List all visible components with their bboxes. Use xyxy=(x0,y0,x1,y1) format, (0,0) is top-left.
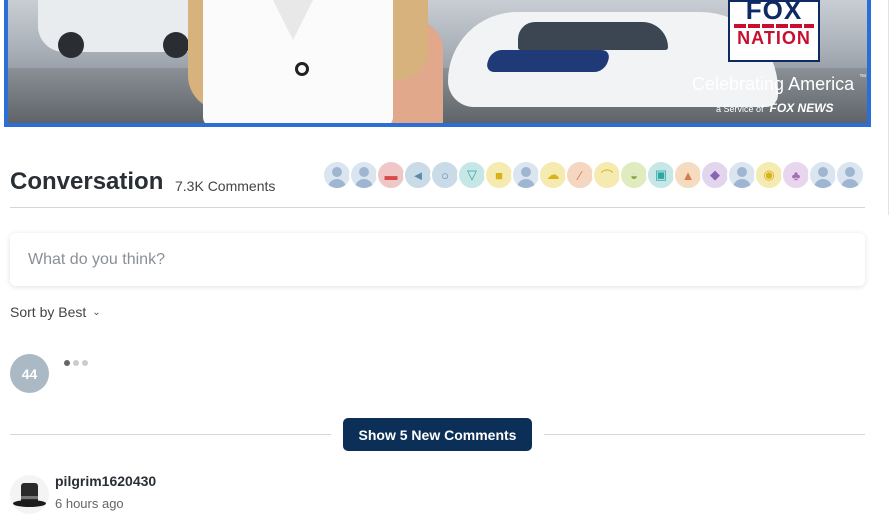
user-silhouette-icon[interactable] xyxy=(349,160,379,190)
new-comments-divider: Show 5 New Comments xyxy=(10,418,865,451)
banner-service-line: a Service of FOX NEWS xyxy=(716,101,834,115)
user-silhouette-icon[interactable] xyxy=(808,160,838,190)
service-prefix: a Service of xyxy=(716,104,764,114)
service-brand: FOX NEWS xyxy=(769,101,834,115)
participant-avatars: ▬ ◄ ○ ▽ ■ ☁ ∕ ⌒ ◒ ▣ ▲ ◆ ◉ ♣ xyxy=(322,160,865,192)
car-wheel xyxy=(163,32,189,58)
hammer-icon[interactable]: ⌒ xyxy=(592,160,622,190)
ticket-icon[interactable]: ▬ xyxy=(376,160,406,190)
loading-dot xyxy=(64,360,70,366)
comment-composer[interactable] xyxy=(10,233,865,286)
scroll-edge xyxy=(888,0,889,215)
logo-bottom-text: NATION xyxy=(737,28,811,48)
user-silhouette-icon[interactable] xyxy=(835,160,865,190)
tent-icon[interactable]: ▲ xyxy=(673,160,703,190)
comment-item: pilgrim1620430 6 hours ago xyxy=(10,470,410,520)
show-new-comments-button[interactable]: Show 5 New Comments xyxy=(343,418,532,451)
comment-count: 7.3K Comments xyxy=(175,178,276,194)
car-stripe xyxy=(484,50,612,72)
video-banner[interactable]: FOX NATION Celebrating America ™ a Servi… xyxy=(4,0,871,127)
lapel-mic-icon xyxy=(295,62,309,76)
elephant-icon[interactable]: ■ xyxy=(484,160,514,190)
user-silhouette-icon[interactable] xyxy=(511,160,541,190)
comment-timestamp: 6 hours ago xyxy=(55,496,124,511)
ring-icon[interactable]: ○ xyxy=(430,160,460,190)
car-windshield xyxy=(518,22,668,50)
shirt-collar xyxy=(273,0,313,40)
loading-dot xyxy=(73,360,79,366)
shirt-icon[interactable]: ▣ xyxy=(646,160,676,190)
pilgrim-hat-icon[interactable] xyxy=(10,475,49,514)
coin-icon[interactable]: ◉ xyxy=(754,160,784,190)
user-silhouette-icon[interactable] xyxy=(727,160,757,190)
presenter xyxy=(188,0,443,123)
comment-username[interactable]: pilgrim1620430 xyxy=(55,473,156,489)
hat-brim xyxy=(13,500,46,507)
fox-nation-logo: FOX NATION xyxy=(728,0,820,62)
paper-plane-icon[interactable]: ◄ xyxy=(403,160,433,190)
user-avatar: 44 xyxy=(10,354,49,393)
sort-dropdown[interactable]: Sort by Best ⌄ xyxy=(10,304,101,320)
loading-comment: 44 xyxy=(10,354,130,394)
cocktail-icon[interactable]: ▽ xyxy=(457,160,487,190)
trademark-mark: ™ xyxy=(859,74,867,81)
duck-icon[interactable]: ◒ xyxy=(619,160,649,190)
white-car-left xyxy=(38,0,213,58)
sword-icon[interactable]: ∕ xyxy=(565,160,595,190)
cloud-icon[interactable]: ☁ xyxy=(538,160,568,190)
conversation-title: Conversation xyxy=(10,168,164,195)
chevron-down-icon: ⌄ xyxy=(92,306,101,318)
banner-tagline: Celebrating America ™ xyxy=(692,74,866,95)
hat-band xyxy=(21,496,38,499)
sort-label: Sort by Best xyxy=(10,304,87,320)
comment-input[interactable] xyxy=(10,233,865,286)
conversation-header: Conversation 7.3K Comments ▬ ◄ ○ ▽ ■ ☁ ∕ ⌒ ◒ ▣ ▲ ◆ ◉… xyxy=(10,160,865,208)
loading-dots-icon xyxy=(64,360,88,366)
palm-tree-icon[interactable]: ♣ xyxy=(781,160,811,190)
logo-top-text: FOX xyxy=(745,0,803,25)
tagline-text: Celebrating America xyxy=(692,74,855,94)
presenter-shirt xyxy=(203,0,393,123)
car-wheel xyxy=(58,32,84,58)
loading-dot xyxy=(82,360,88,366)
user-silhouette-icon[interactable] xyxy=(322,160,352,190)
page: FOX NATION Celebrating America ™ a Servi… xyxy=(0,0,892,522)
cube-icon[interactable]: ◆ xyxy=(700,160,730,190)
